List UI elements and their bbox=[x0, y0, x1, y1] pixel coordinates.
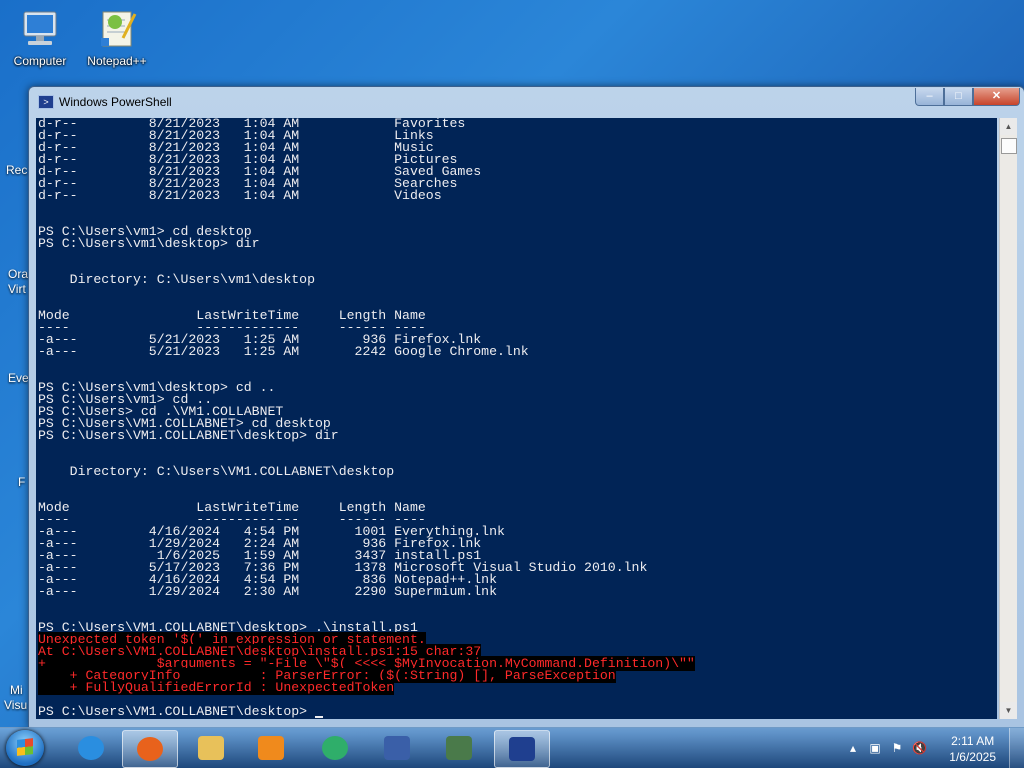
taskbar-button-app-green[interactable] bbox=[308, 730, 362, 766]
window-title: Windows PowerShell bbox=[59, 95, 172, 109]
clock-time: 2:11 AM bbox=[951, 734, 995, 748]
console-line: PS C:\Users\vm1\desktop> dir bbox=[38, 236, 260, 251]
console-line: Directory: C:\Users\vm1\desktop bbox=[38, 272, 315, 287]
firefox-icon bbox=[137, 737, 163, 761]
network-icon[interactable]: ▣ bbox=[868, 741, 882, 755]
taskbar-button-internet-explorer[interactable] bbox=[64, 730, 118, 766]
scroll-down-arrow-icon[interactable]: ▼ bbox=[1000, 702, 1017, 719]
partial-desktop-label: Eve bbox=[8, 371, 29, 385]
internet-explorer-icon bbox=[78, 736, 104, 760]
minimize-button[interactable]: – bbox=[915, 88, 944, 106]
taskbar: ▴ ▣ ⚑ 🔇 2:11 AM 1/6/2025 bbox=[0, 727, 1024, 768]
console-prompt[interactable]: PS C:\Users\VM1.COLLABNET\desktop> bbox=[38, 705, 997, 718]
console-output[interactable]: d-r-- 8/21/2023 1:04 AM Favorites d-r-- 8… bbox=[36, 118, 997, 719]
clock[interactable]: 2:11 AM 1/6/2025 bbox=[949, 733, 996, 765]
console-line: PS C:\Users\VM1.COLLABNET\desktop> dir bbox=[38, 428, 339, 443]
file-explorer-icon bbox=[198, 736, 224, 760]
partial-desktop-label: F bbox=[18, 475, 26, 489]
desktop-icon-label: Notepad++ bbox=[87, 54, 147, 68]
volume-muted-icon[interactable]: 🔇 bbox=[912, 741, 927, 755]
maximize-button[interactable]: □ bbox=[944, 88, 973, 106]
virtualbox-icon bbox=[384, 736, 410, 760]
taskbar-button-file-explorer[interactable] bbox=[184, 730, 238, 766]
taskbar-button-media-player[interactable] bbox=[244, 730, 298, 766]
partial-desktop-label: Ora bbox=[8, 267, 29, 281]
app-green-icon bbox=[322, 736, 348, 760]
powershell-window[interactable]: > Windows PowerShell – □ ✕ d-r-- 8/21/20… bbox=[28, 86, 1024, 728]
partial-desktop-label: Mi bbox=[10, 683, 23, 697]
powershell-icon bbox=[509, 737, 535, 761]
vertical-scrollbar[interactable]: ▲ ▼ bbox=[999, 118, 1017, 719]
action-center-flag-icon[interactable]: ⚑ bbox=[890, 741, 904, 755]
desktop-icon-label: Computer bbox=[13, 54, 67, 68]
console-line: -a--- 5/21/2023 1:25 AM 2242 Google Chro… bbox=[38, 344, 529, 359]
window-titlebar[interactable]: > Windows PowerShell – □ ✕ bbox=[29, 87, 1024, 117]
scroll-up-arrow-icon[interactable]: ▲ bbox=[1000, 118, 1017, 135]
partial-desktop-label: Visu bbox=[4, 698, 28, 712]
computer-icon bbox=[16, 8, 64, 52]
notepadpp-icon bbox=[93, 8, 141, 52]
console-line: -a--- 1/29/2024 2:30 AM 2290 Supermium.l… bbox=[38, 584, 497, 599]
windows-logo-icon bbox=[17, 738, 33, 756]
taskbar-button-app-chart[interactable] bbox=[432, 730, 486, 766]
show-desktop-button[interactable] bbox=[1009, 728, 1024, 768]
scrollbar-thumb[interactable] bbox=[1001, 138, 1017, 154]
console-text: d-r-- 8/21/2023 1:04 AM Favorites d-r-- 8… bbox=[36, 118, 997, 718]
taskbar-button-firefox[interactable] bbox=[122, 730, 178, 768]
clock-date: 1/6/2025 bbox=[949, 750, 996, 764]
app-chart-icon bbox=[446, 736, 472, 760]
desktop-icon-computer[interactable]: Computer bbox=[0, 8, 80, 68]
text-cursor bbox=[314, 716, 323, 718]
show-hidden-icons-icon[interactable]: ▴ bbox=[846, 741, 860, 755]
partial-desktop-label: Virt bbox=[8, 282, 26, 296]
system-tray: ▴ ▣ ⚑ 🔇 2:11 AM 1/6/2025 bbox=[834, 728, 1024, 768]
taskbar-button-virtualbox[interactable] bbox=[370, 730, 424, 766]
partial-desktop-label: Rec bbox=[6, 163, 28, 177]
powershell-icon: > bbox=[38, 95, 54, 109]
console-line: Directory: C:\Users\VM1.COLLABNET\deskto… bbox=[38, 464, 395, 479]
console-line: d-r-- 8/21/2023 1:04 AM Videos bbox=[38, 188, 442, 203]
taskbar-button-powershell[interactable] bbox=[494, 730, 550, 768]
console-error-line: + FullyQualifiedErrorId : UnexpectedToke… bbox=[38, 680, 395, 695]
start-button[interactable] bbox=[6, 730, 44, 766]
close-button[interactable]: ✕ bbox=[973, 88, 1020, 106]
desktop-icon-notepadpp[interactable]: Notepad++ bbox=[77, 8, 157, 68]
media-player-icon bbox=[258, 736, 284, 760]
